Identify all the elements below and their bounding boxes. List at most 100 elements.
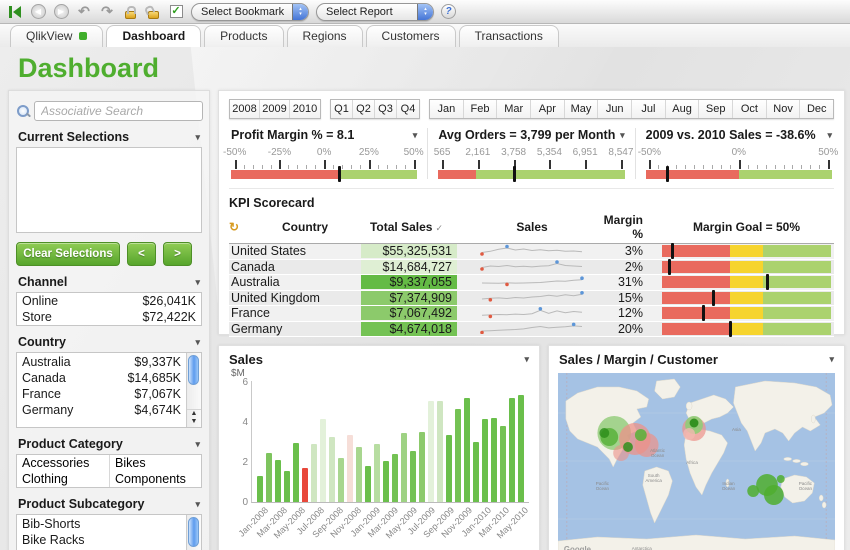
filter-button-q2[interactable]: Q2	[353, 100, 375, 118]
country-scrollbar[interactable]: ▲▼	[186, 353, 201, 427]
bar-mar-2008[interactable]	[275, 460, 281, 502]
list-item[interactable]: Canada$14,685K	[17, 370, 186, 386]
table-row[interactable]: United Kingdom$7,374,90915%	[229, 291, 834, 307]
filter-button-jun[interactable]: Jun	[598, 100, 632, 118]
map-bubble[interactable]	[635, 429, 647, 441]
filter-button-may[interactable]: May	[565, 100, 599, 118]
chevron-down-icon[interactable]: ▾	[413, 130, 418, 141]
help-icon[interactable]: ?	[441, 4, 456, 19]
filter-button-q1[interactable]: Q1	[331, 100, 353, 118]
chevron-down-icon[interactable]: ▾	[195, 499, 200, 510]
step-forward-button[interactable]: >	[163, 242, 192, 266]
filter-button-nov[interactable]: Nov	[767, 100, 801, 118]
filter-button-q4[interactable]: Q4	[397, 100, 419, 118]
filter-button-jul[interactable]: Jul	[632, 100, 666, 118]
filter-button-aug[interactable]: Aug	[666, 100, 700, 118]
bar-mar-2009[interactable]	[383, 461, 389, 502]
bar-sep-2008[interactable]	[329, 437, 335, 502]
bar-sep-2009[interactable]	[437, 401, 443, 502]
chevron-down-icon[interactable]: ▾	[829, 354, 834, 365]
filter-button-apr[interactable]: Apr	[531, 100, 565, 118]
back-icon[interactable]: ◀	[30, 4, 46, 20]
map-bubble[interactable]	[747, 485, 759, 497]
bar-jan-2009[interactable]	[365, 466, 371, 502]
table-row[interactable]: Canada$14,684,7272%	[229, 260, 834, 276]
column-margin[interactable]: Margin %	[593, 213, 659, 241]
tab-dashboard[interactable]: Dashboard	[106, 25, 201, 47]
filter-button-feb[interactable]: Feb	[464, 100, 498, 118]
bar-may-2009[interactable]	[401, 433, 407, 502]
filter-button-oct[interactable]: Oct	[733, 100, 767, 118]
bar-nov-2009[interactable]	[455, 409, 461, 502]
scrollbar-arrows[interactable]: ▲▼	[187, 409, 201, 426]
tab-products[interactable]: Products	[204, 25, 283, 47]
apply-check-icon[interactable]: ✓	[168, 4, 184, 20]
chevron-down-icon[interactable]: ▾	[620, 130, 625, 141]
lock-icon[interactable]	[122, 4, 138, 20]
bar-jan-2010[interactable]	[473, 442, 479, 502]
chevron-down-icon[interactable]: ▾	[524, 354, 529, 365]
chevron-down-icon[interactable]: ▾	[195, 132, 200, 143]
list-item[interactable]: Accessories	[17, 455, 109, 471]
column-margin-goal[interactable]: Margin Goal = 50%	[659, 220, 834, 234]
map-bubble[interactable]	[599, 428, 609, 438]
bar-mar-2010[interactable]	[491, 418, 497, 502]
redo-icon[interactable]: ↷	[99, 4, 115, 20]
chevron-down-icon[interactable]: ▾	[195, 337, 200, 348]
bar-oct-2009[interactable]	[446, 435, 452, 502]
filter-button-mar[interactable]: Mar	[497, 100, 531, 118]
bar-oct-2008[interactable]	[338, 458, 344, 502]
search-input[interactable]	[34, 101, 203, 121]
column-country[interactable]: Country	[247, 220, 361, 234]
list-item[interactable]: France$7,067K	[17, 386, 186, 402]
filter-button-q3[interactable]: Q3	[375, 100, 397, 118]
map-bubble[interactable]	[777, 475, 785, 483]
table-row[interactable]: United States$55,325,5313%	[229, 244, 834, 260]
list-item[interactable]: Clothing	[17, 471, 109, 487]
refresh-icon[interactable]: ↻	[229, 220, 247, 234]
filter-button-sep[interactable]: Sep	[699, 100, 733, 118]
bar-feb-2010[interactable]	[482, 419, 488, 502]
map-bubble[interactable]	[623, 442, 633, 452]
subcategory-scrollbar[interactable]: ▲▼	[186, 515, 201, 550]
unlock-icon[interactable]	[145, 4, 161, 20]
filter-button-2009[interactable]: 2009	[260, 100, 290, 118]
bar-feb-2009[interactable]	[374, 444, 380, 502]
list-item[interactable]: Bike Racks	[17, 532, 186, 548]
bar-feb-2008[interactable]	[266, 453, 272, 502]
bar-aug-2008[interactable]	[320, 419, 326, 502]
tab-qlikview[interactable]: QlikView	[10, 25, 103, 47]
bar-jun-2009[interactable]	[410, 451, 416, 502]
tab-transactions[interactable]: Transactions	[459, 25, 559, 47]
chevron-down-icon[interactable]: ▾	[827, 130, 832, 141]
tab-regions[interactable]: Regions	[287, 25, 363, 47]
map-bubble[interactable]	[764, 485, 784, 505]
list-item[interactable]: Germany$4,674K	[17, 402, 186, 418]
forward-icon[interactable]: ▶	[53, 4, 69, 20]
world-map[interactable]: AsiaAfricaSouthAmericaAtlanticOceanPacif…	[558, 373, 835, 550]
chevron-down-icon[interactable]: ▾	[195, 277, 200, 288]
filter-button-dec[interactable]: Dec	[800, 100, 833, 118]
tab-customers[interactable]: Customers	[366, 25, 456, 47]
chevron-down-icon[interactable]: ▾	[195, 439, 200, 450]
map-bubble[interactable]	[683, 428, 695, 440]
table-row[interactable]: France$7,067,49212%	[229, 306, 834, 322]
bar-dec-2009[interactable]	[464, 398, 470, 502]
scrollbar-thumb[interactable]	[188, 517, 199, 547]
bar-may-2008[interactable]	[293, 443, 299, 502]
filter-button-2010[interactable]: 2010	[290, 100, 320, 118]
bar-nov-2008[interactable]	[347, 435, 353, 502]
list-item[interactable]: Components	[109, 471, 201, 487]
bar-jul-2009[interactable]	[419, 432, 425, 502]
search-icon[interactable]	[16, 104, 30, 118]
bar-jan-2008[interactable]	[257, 476, 263, 502]
list-item[interactable]: Bib-Shorts	[17, 516, 186, 532]
bar-aug-2009[interactable]	[428, 401, 434, 502]
bar-apr-2008[interactable]	[284, 471, 290, 502]
undo-icon[interactable]: ↶	[76, 4, 92, 20]
bar-apr-2010[interactable]	[500, 426, 506, 502]
bar-dec-2008[interactable]	[356, 447, 362, 502]
bar-jun-2008[interactable]	[302, 468, 308, 502]
table-row[interactable]: Australia$9,337,05531%	[229, 275, 834, 291]
table-row[interactable]: Germany$4,674,01820%	[229, 322, 834, 338]
